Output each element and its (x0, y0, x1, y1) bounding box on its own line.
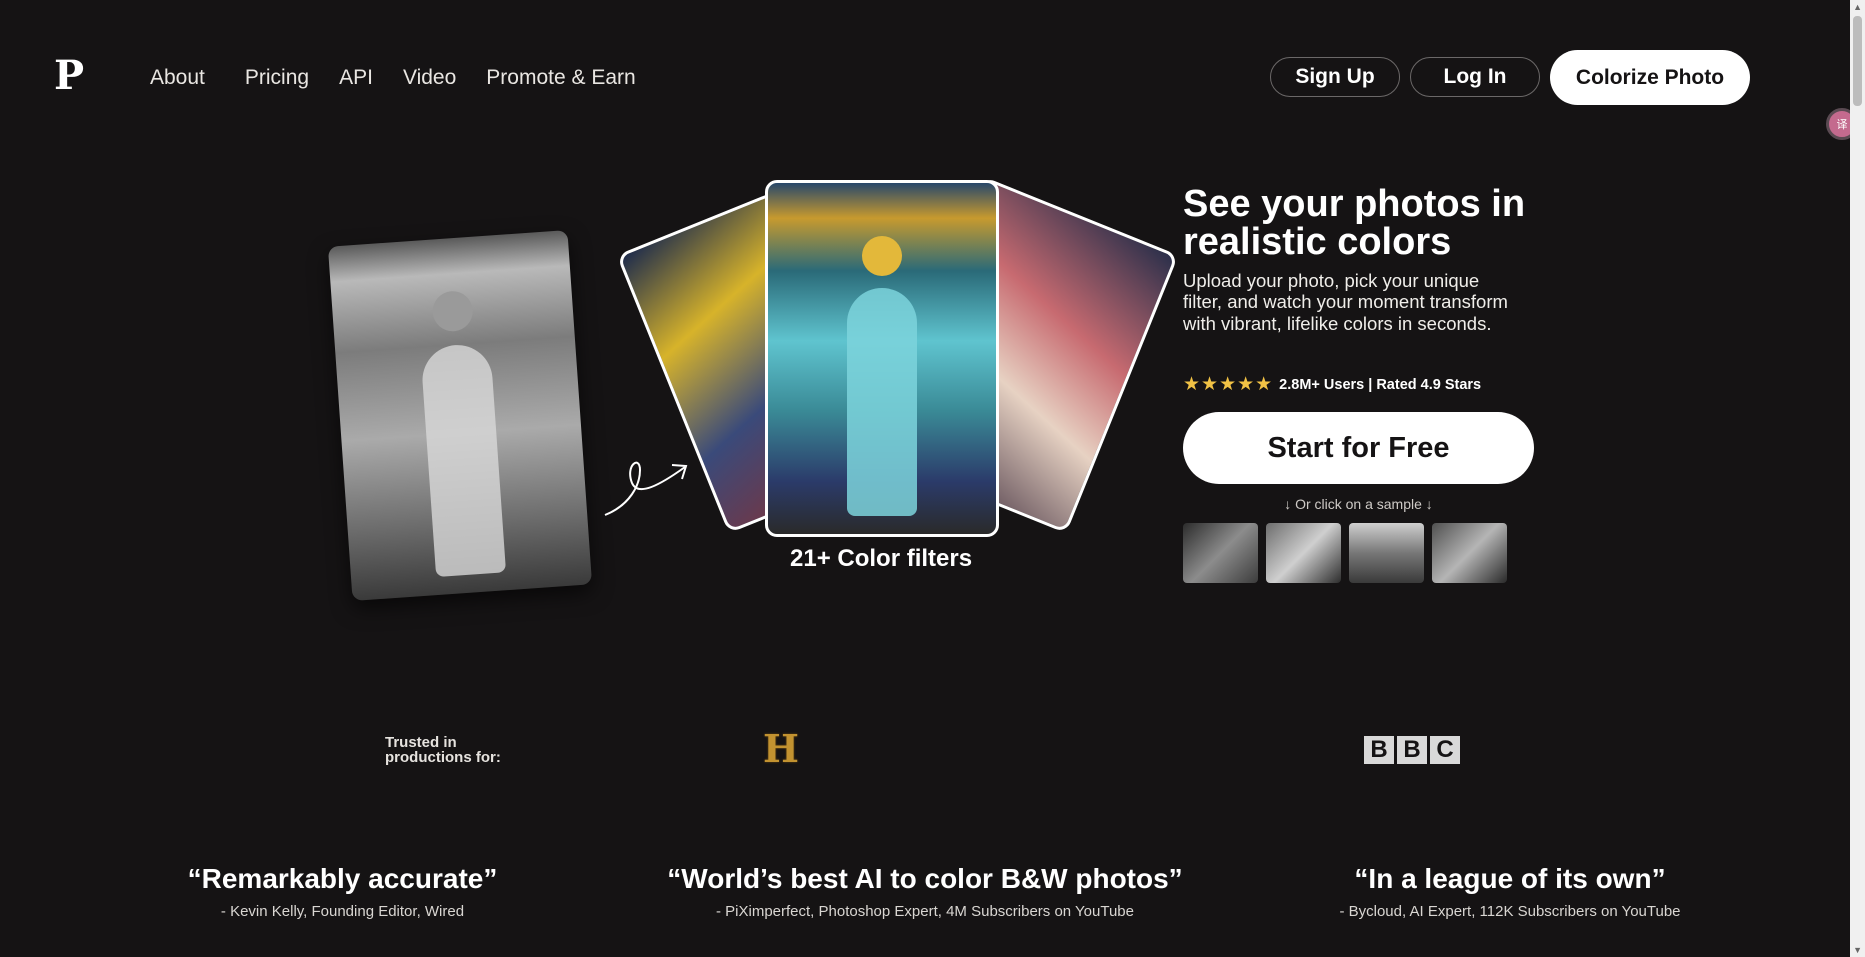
testimonial-author: - Bycloud, AI Expert, 112K Subscribers o… (1339, 903, 1681, 920)
star-rating-icon: ★★★★★ (1183, 374, 1274, 395)
sample-hint: ↓ Or click on a sample ↓ (1284, 496, 1433, 512)
nav-about[interactable]: About (150, 66, 205, 90)
scroll-up-arrow-icon[interactable]: ▲ (1853, 2, 1862, 12)
testimonial: “In a league of its own” - Bycloud, AI E… (1310, 863, 1710, 920)
testimonial-author: - Kevin Kelly, Founding Editor, Wired (220, 903, 465, 920)
sample-photo-4[interactable] (1432, 523, 1507, 583)
trusted-label: Trusted in productions for: (385, 734, 501, 766)
scroll-down-arrow-icon[interactable]: ▼ (1853, 945, 1862, 955)
testimonial: “Remarkably accurate” - Kevin Kelly, Fou… (150, 863, 535, 920)
bbc-letter: B (1397, 736, 1427, 764)
color-filter-photo-center (765, 180, 999, 537)
log-in-button[interactable]: Log In (1410, 57, 1540, 97)
testimonial-quote: “Remarkably accurate” (187, 863, 498, 894)
testimonial-quote: “In a league of its own” (1354, 863, 1666, 894)
photo-subject-figure (420, 342, 507, 578)
testimonial: “World’s best AI to color B&W photos” - … (635, 863, 1215, 920)
bbc-letter: B (1364, 736, 1394, 764)
scroll-thumb[interactable] (1853, 16, 1862, 106)
hero-title: See your photos in realistic colors (1183, 183, 1526, 263)
scrollbar[interactable]: ▲ ▼ (1850, 0, 1865, 957)
start-for-free-button[interactable]: Start for Free (1183, 412, 1534, 484)
logo[interactable]: P (54, 56, 84, 96)
nav-api[interactable]: API (339, 66, 373, 90)
bbc-logo: B B C (1364, 736, 1460, 764)
sample-photo-2[interactable] (1266, 523, 1341, 583)
sample-photo-1[interactable] (1183, 523, 1258, 583)
sign-up-button[interactable]: Sign Up (1270, 57, 1400, 97)
color-filters-label: 21+ Color filters (790, 545, 973, 572)
history-logo: H (763, 725, 799, 771)
photo-subject-head (431, 290, 475, 333)
hero-subtitle: Upload your photo, pick your unique filt… (1183, 270, 1508, 334)
bw-original-photo (327, 230, 593, 601)
nav-pricing[interactable]: Pricing (245, 66, 309, 90)
colorize-photo-button[interactable]: Colorize Photo (1550, 50, 1750, 105)
photo-subject-head (862, 235, 902, 276)
rating-text: 2.8M+ Users | Rated 4.9 Stars (1279, 376, 1482, 393)
bbc-letter: C (1430, 736, 1460, 764)
nav-video[interactable]: Video (403, 66, 456, 90)
curved-arrow-icon (604, 461, 688, 516)
testimonial-author: - PiXimperfect, Photoshop Expert, 4M Sub… (715, 903, 1134, 920)
nav-promote-earn[interactable]: Promote & Earn (486, 66, 635, 90)
main-nav: About Pricing API Video Promote & Earn (150, 66, 666, 90)
testimonial-quote: “World’s best AI to color B&W photos” (667, 863, 1183, 894)
sample-photo-3[interactable] (1349, 523, 1424, 583)
photo-subject-figure (847, 288, 917, 517)
sample-photos (1183, 523, 1507, 583)
rating: ★★★★★ 2.8M+ Users | Rated 4.9 Stars (1183, 373, 1481, 396)
